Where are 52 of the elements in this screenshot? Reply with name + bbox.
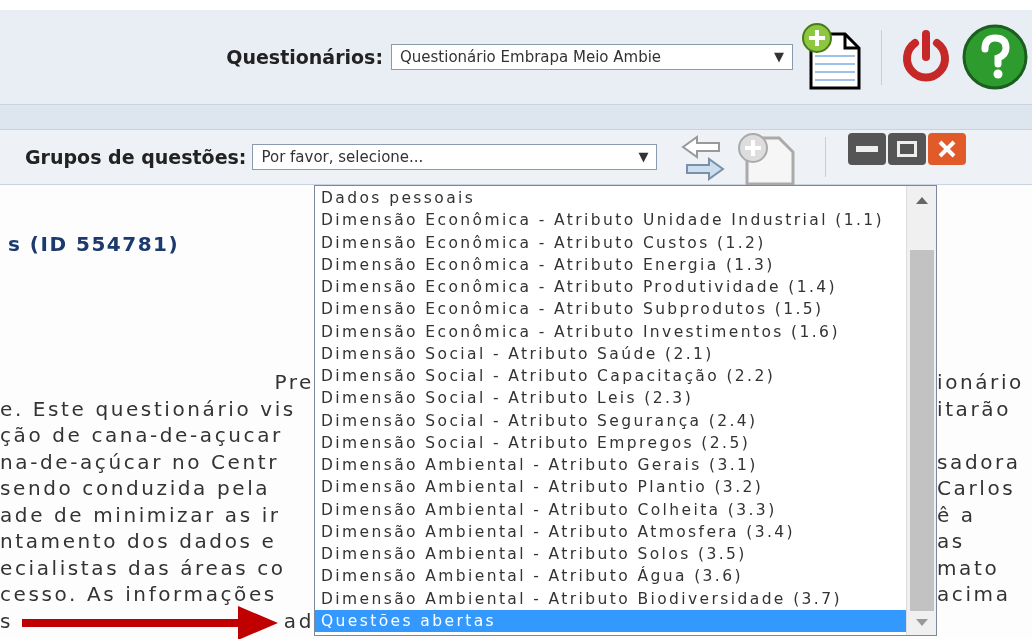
close-button[interactable] <box>928 133 967 165</box>
paragraph-text: ção de cana-de-açucar <box>0 422 283 449</box>
questionnaire-select[interactable]: Questionário Embrapa Meio Ambie ▼ <box>391 44 793 70</box>
paragraph-text: acima <box>937 581 1011 608</box>
record-title: s (ID 554781) <box>8 231 180 258</box>
groups-label: Grupos de questões: <box>25 144 247 170</box>
dropdown-option[interactable]: Dimensão Social - Atributo Segurança (2.4) <box>315 409 906 432</box>
dropdown-option[interactable]: Dimensão Econômica - Atributo Custos (1.2) <box>315 231 906 254</box>
paragraph-text: Carlos <box>937 475 1016 502</box>
dropdown-option[interactable]: Dimensão Ambiental - Atributo Água (3.6) <box>315 565 906 588</box>
paragraph-text: mato <box>937 554 1000 581</box>
paragraph-text: s <box>0 607 14 634</box>
paragraph-text: na-de-açúcar no Centr <box>0 448 279 475</box>
dropdown-option[interactable]: Dimensão Econômica - Atributo Produtividade (1.4) <box>315 276 906 299</box>
paragraph-text: ntamento dos dados e <box>0 528 277 555</box>
paragraph-text: ê a <box>937 501 976 528</box>
maximize-button[interactable] <box>888 133 927 165</box>
dropdown-option[interactable]: Dimensão Social - Atributo Leis (2.3) <box>315 387 906 410</box>
paragraph-text: e. Este questionário vis <box>0 395 296 422</box>
close-icon <box>937 139 958 159</box>
dropdown-option[interactable]: Dimensão Ambiental - Atributo Plantio (3.2) <box>315 476 906 499</box>
dropdown-option[interactable]: Dimensão Ambiental - Atributo Biodiversidade (3.7) <box>315 587 906 610</box>
dropdown-option[interactable]: Dimensão Social - Atributo Empregos (2.5) <box>315 431 906 454</box>
paragraph-text: ade de minimizar as ir <box>0 501 281 528</box>
paragraph-text: itarão <box>937 395 1011 422</box>
scrollbar[interactable] <box>906 186 936 635</box>
dropdown-option[interactable]: Dimensão Social - Atributo Capacitação (2.2) <box>315 365 906 388</box>
minimize-button[interactable] <box>848 133 887 165</box>
help-icon[interactable] <box>962 24 1028 90</box>
paragraph-text: sendo conduzida pela <box>0 475 271 502</box>
groups-select[interactable]: Por favor, selecione... ▼ <box>252 144 658 170</box>
dropdown-option[interactable]: Dimensão Ambiental - Atributo Gerais (3.1) <box>315 454 906 477</box>
scroll-down-icon[interactable] <box>915 619 928 627</box>
dropdown-option[interactable]: Dimensão Ambiental - Atributo Atmosfera (3.4) <box>315 520 906 543</box>
paragraph-text: cesso. As informações <box>0 581 277 608</box>
dropdown-option[interactable]: Dimensão Econômica - Atributo Energia (1.3) <box>315 253 906 276</box>
dropdown-option[interactable]: Dimensão Ambiental - Atributo Solos (3.5) <box>315 543 906 566</box>
dropdown-option[interactable]: Dimensão Ambiental - Atributo Colheita (3.3) <box>315 498 906 521</box>
dropdown-option[interactable]: Dimensão Econômica - Atributo Investimentos (1.6) <box>315 320 906 343</box>
paragraph-text: ionário <box>937 369 1024 396</box>
paragraph-text: as <box>937 528 965 555</box>
scroll-up-icon[interactable] <box>915 196 928 204</box>
paragraph-text: sadora <box>937 448 1021 475</box>
paragraph-text: ad <box>283 607 314 634</box>
dropdown-option[interactable]: Dimensão Econômica - Atributo Unidade Industrial (1.1) <box>315 209 906 232</box>
paragraph-text: Pre <box>274 369 314 396</box>
dropdown-option[interactable]: Dados pessoais <box>315 187 906 210</box>
dropdown-option[interactable]: Dimensão Econômica - Atributo Subprodutos (1.5) <box>315 298 906 321</box>
paragraph-text: ecialistas das áreas co <box>0 554 286 581</box>
dropdown-option[interactable]: Dimensão Social - Atributo Saúde (2.1) <box>315 342 906 365</box>
scroll-thumb[interactable] <box>909 250 934 611</box>
questionnaire-label: Questionários: <box>226 44 383 70</box>
